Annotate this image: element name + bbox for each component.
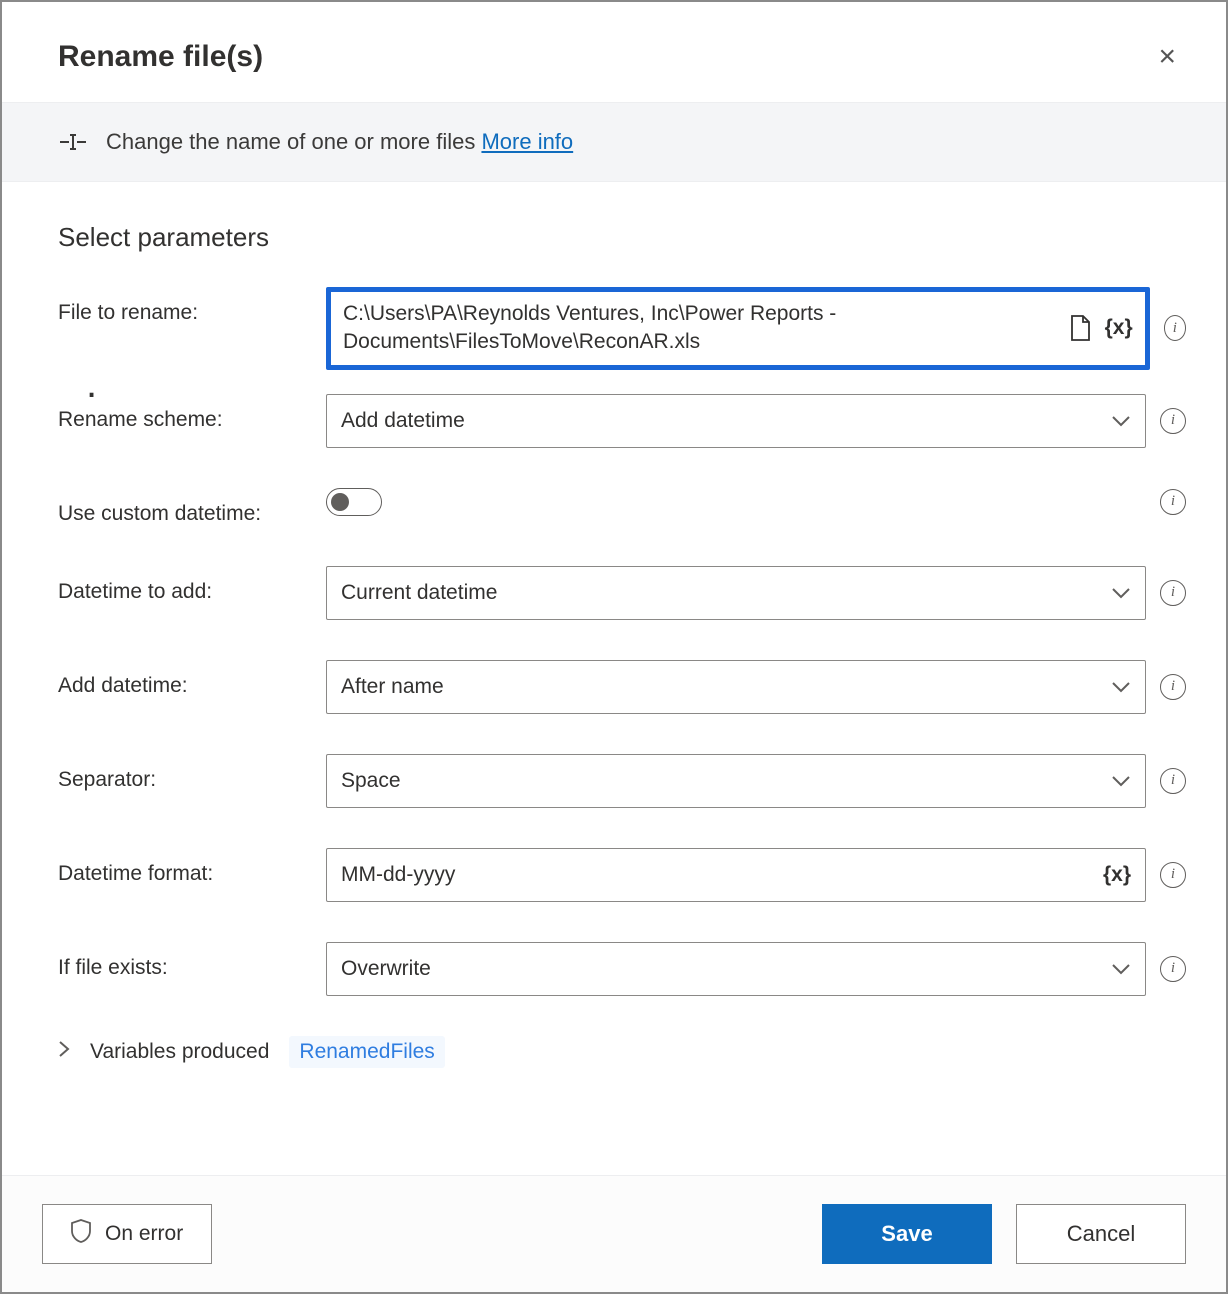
label-file-to-rename: File to rename: bbox=[58, 287, 308, 325]
value-separator: Space bbox=[341, 767, 1101, 795]
value-add-datetime: After name bbox=[341, 673, 1101, 701]
row-file-to-rename: File to rename: C:\Users\PA\Reynolds Ven… bbox=[58, 287, 1186, 370]
footer-buttons: Save Cancel bbox=[822, 1204, 1186, 1264]
field-datetime-format: MM-dd-yyyy {x} i bbox=[326, 848, 1186, 902]
subheader-description: Change the name of one or more files bbox=[106, 129, 475, 154]
chevron-down-icon[interactable] bbox=[1111, 414, 1131, 428]
row-if-file-exists: If file exists: Overwrite i bbox=[58, 942, 1186, 996]
chevron-down-icon[interactable] bbox=[1111, 680, 1131, 694]
field-file-to-rename: C:\Users\PA\Reynolds Ventures, Inc\Power… bbox=[326, 287, 1186, 370]
row-datetime-to-add: Datetime to add: Current datetime i bbox=[58, 566, 1186, 620]
file-picker-icon[interactable] bbox=[1069, 315, 1091, 341]
row-add-datetime: Add datetime: After name i bbox=[58, 660, 1186, 714]
select-datetime-to-add[interactable]: Current datetime bbox=[326, 566, 1146, 620]
value-datetime-format: MM-dd-yyyy bbox=[341, 861, 1093, 889]
select-separator[interactable]: Space bbox=[326, 754, 1146, 808]
row-variables-produced: Variables produced RenamedFiles bbox=[58, 1036, 1186, 1068]
chevron-down-icon[interactable] bbox=[1111, 962, 1131, 976]
row-separator: Separator: Space i bbox=[58, 754, 1186, 808]
info-icon[interactable]: i bbox=[1160, 489, 1186, 515]
save-button[interactable]: Save bbox=[822, 1204, 992, 1264]
select-rename-scheme[interactable]: Add datetime bbox=[326, 394, 1146, 448]
field-datetime-to-add: Current datetime i bbox=[326, 566, 1186, 620]
info-icon[interactable]: i bbox=[1164, 315, 1186, 341]
input-icons: {x} bbox=[1059, 315, 1133, 341]
variable-chip-renamedfiles[interactable]: RenamedFiles bbox=[289, 1036, 444, 1068]
variables-produced-label: Variables produced bbox=[90, 1040, 269, 1064]
chevron-right-icon[interactable] bbox=[58, 1040, 70, 1064]
rename-files-dialog: Rename file(s) × Change the name of one … bbox=[0, 0, 1228, 1294]
on-error-button[interactable]: On error bbox=[42, 1204, 212, 1264]
variable-icon[interactable]: {x} bbox=[1105, 316, 1133, 340]
value-if-file-exists: Overwrite bbox=[341, 955, 1101, 983]
label-datetime-format: Datetime format: bbox=[58, 848, 308, 886]
subheader-text: Change the name of one or more files Mor… bbox=[106, 129, 573, 155]
select-if-file-exists[interactable]: Overwrite bbox=[326, 942, 1146, 996]
dialog-body: Select parameters File to rename: C:\Use… bbox=[2, 182, 1226, 1175]
chevron-down-icon[interactable] bbox=[1111, 774, 1131, 788]
value-rename-scheme: Add datetime bbox=[341, 407, 1101, 435]
dialog-subheader: Change the name of one or more files Mor… bbox=[2, 102, 1226, 182]
cancel-button[interactable]: Cancel bbox=[1016, 1204, 1186, 1264]
field-rename-scheme: Add datetime i bbox=[326, 394, 1186, 448]
dialog-footer: On error Save Cancel bbox=[2, 1175, 1226, 1292]
label-separator: Separator: bbox=[58, 754, 308, 792]
label-use-custom-datetime: Use custom datetime: bbox=[58, 488, 308, 526]
section-title: Select parameters bbox=[58, 222, 1186, 253]
field-if-file-exists: Overwrite i bbox=[326, 942, 1186, 996]
variable-icon[interactable]: {x} bbox=[1103, 863, 1131, 887]
info-icon[interactable]: i bbox=[1160, 408, 1186, 434]
shield-icon bbox=[71, 1219, 91, 1249]
input-file-to-rename[interactable]: C:\Users\PA\Reynolds Ventures, Inc\Power… bbox=[326, 287, 1150, 370]
field-separator: Space i bbox=[326, 754, 1186, 808]
label-add-datetime: Add datetime: bbox=[58, 660, 308, 698]
toggle-use-custom-datetime[interactable] bbox=[326, 488, 382, 516]
input-datetime-format[interactable]: MM-dd-yyyy {x} bbox=[326, 848, 1146, 902]
close-button[interactable]: × bbox=[1148, 36, 1186, 78]
value-file-to-rename: C:\Users\PA\Reynolds Ventures, Inc\Power… bbox=[343, 300, 1059, 357]
info-icon[interactable]: i bbox=[1160, 768, 1186, 794]
row-datetime-format: Datetime format: MM-dd-yyyy {x} i bbox=[58, 848, 1186, 902]
label-datetime-to-add: Datetime to add: bbox=[58, 566, 308, 604]
dialog-header: Rename file(s) × bbox=[2, 2, 1226, 102]
value-datetime-to-add: Current datetime bbox=[341, 579, 1101, 607]
info-icon[interactable]: i bbox=[1160, 580, 1186, 606]
label-rename-scheme: Rename scheme: bbox=[58, 394, 308, 432]
field-add-datetime: After name i bbox=[326, 660, 1186, 714]
chevron-down-icon[interactable] bbox=[1111, 586, 1131, 600]
info-icon[interactable]: i bbox=[1160, 674, 1186, 700]
rename-icon bbox=[58, 132, 88, 152]
label-if-file-exists: If file exists: bbox=[58, 942, 308, 980]
on-error-label: On error bbox=[105, 1222, 183, 1246]
select-add-datetime[interactable]: After name bbox=[326, 660, 1146, 714]
toggle-knob bbox=[331, 493, 349, 511]
info-icon[interactable]: i bbox=[1160, 956, 1186, 982]
row-use-custom-datetime: Use custom datetime: i bbox=[58, 488, 1186, 526]
field-use-custom-datetime: i bbox=[326, 488, 1186, 516]
dialog-title: Rename file(s) bbox=[58, 40, 263, 74]
row-rename-scheme: Rename scheme: Add datetime i bbox=[58, 394, 1186, 448]
more-info-link[interactable]: More info bbox=[481, 129, 573, 154]
info-icon[interactable]: i bbox=[1160, 862, 1186, 888]
